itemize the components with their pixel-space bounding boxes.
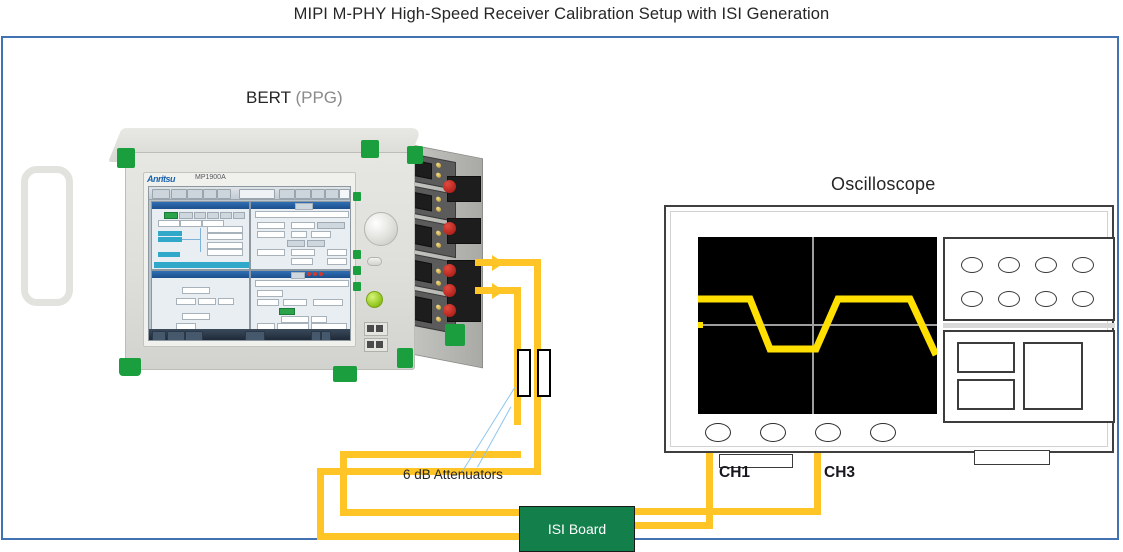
bert-instrument-image: Anritsu MP1900A bbox=[15, 126, 485, 406]
input-port-ch4[interactable] bbox=[870, 423, 896, 442]
attenuators-label: 6 dB Attenuators bbox=[403, 467, 503, 482]
oscilloscope bbox=[664, 205, 1115, 453]
page-title: MIPI M-PHY High-Speed Receiver Calibrati… bbox=[293, 5, 830, 23]
cable-segment bbox=[340, 509, 525, 516]
toggle-switch[interactable] bbox=[367, 257, 382, 266]
input-port-ch2[interactable] bbox=[760, 423, 786, 442]
panel-button[interactable] bbox=[1072, 291, 1094, 307]
power-led-icon[interactable] bbox=[366, 291, 383, 308]
panel-button[interactable] bbox=[1035, 291, 1057, 307]
screen-panel-top-right bbox=[250, 201, 350, 270]
connector-cap bbox=[443, 222, 456, 235]
cable-segment bbox=[631, 522, 713, 529]
attenuator-1 bbox=[517, 349, 531, 397]
diagram-frame: BERT (PPG) Oscilloscope Anritsu MP1900A … bbox=[1, 36, 1119, 552]
panel-button[interactable] bbox=[1035, 257, 1057, 273]
connector-cap bbox=[443, 264, 456, 277]
panel-button[interactable] bbox=[998, 257, 1020, 273]
attenuator-2 bbox=[537, 349, 551, 397]
cable-segment bbox=[317, 533, 525, 540]
screen-taskbar bbox=[149, 329, 350, 340]
bert-label-sub: (PPG) bbox=[295, 88, 343, 107]
oscilloscope-front-panel bbox=[670, 211, 1115, 447]
panel-button[interactable] bbox=[998, 291, 1020, 307]
panel-button[interactable] bbox=[961, 291, 983, 307]
waveform-trace bbox=[698, 295, 937, 357]
screen-panel-top-left bbox=[151, 201, 250, 270]
rotary-knob-icon[interactable] bbox=[364, 212, 398, 246]
usb-port bbox=[364, 338, 388, 352]
cable-segment bbox=[475, 259, 541, 266]
input-port-ch3[interactable] bbox=[815, 423, 841, 442]
cable-segment bbox=[340, 451, 521, 458]
model-number: MP1900A bbox=[195, 174, 226, 181]
panel-display-box[interactable] bbox=[957, 379, 1015, 410]
connector-cap bbox=[443, 180, 456, 193]
ch1-label: CH1 bbox=[719, 464, 751, 481]
screen-toolbar bbox=[149, 187, 350, 200]
bert-display-screen[interactable] bbox=[148, 186, 351, 341]
cable-segment bbox=[340, 451, 347, 516]
screen-panel-bottom-right bbox=[250, 270, 350, 332]
isi-board-label: ISI Board bbox=[547, 521, 607, 537]
oscilloscope-label: Oscilloscope bbox=[831, 174, 936, 194]
bert-label-main: BERT bbox=[246, 88, 291, 107]
panel-button[interactable] bbox=[961, 257, 983, 273]
connector-cap bbox=[443, 304, 456, 317]
oscilloscope-control-panel bbox=[943, 237, 1115, 423]
cable-segment bbox=[317, 468, 324, 540]
secondary-panel bbox=[943, 330, 1115, 423]
screen-panel-bottom-left bbox=[151, 270, 250, 332]
panel-button[interactable] bbox=[1072, 257, 1094, 273]
cable-segment bbox=[631, 508, 821, 515]
usb-port bbox=[364, 322, 388, 336]
input-port-ch1[interactable] bbox=[705, 423, 731, 442]
bert-label: BERT (PPG) bbox=[246, 88, 343, 108]
button-panel bbox=[943, 237, 1115, 321]
isi-board[interactable]: ISI Board bbox=[519, 506, 635, 552]
oscilloscope-foot bbox=[974, 450, 1050, 465]
oscilloscope-screen[interactable] bbox=[698, 237, 937, 414]
ch3-label: CH3 bbox=[824, 464, 856, 481]
panel-display-box[interactable] bbox=[1023, 342, 1083, 410]
connector-cap bbox=[443, 284, 456, 297]
panel-display-box[interactable] bbox=[957, 342, 1015, 373]
carry-handle-icon bbox=[21, 166, 73, 306]
